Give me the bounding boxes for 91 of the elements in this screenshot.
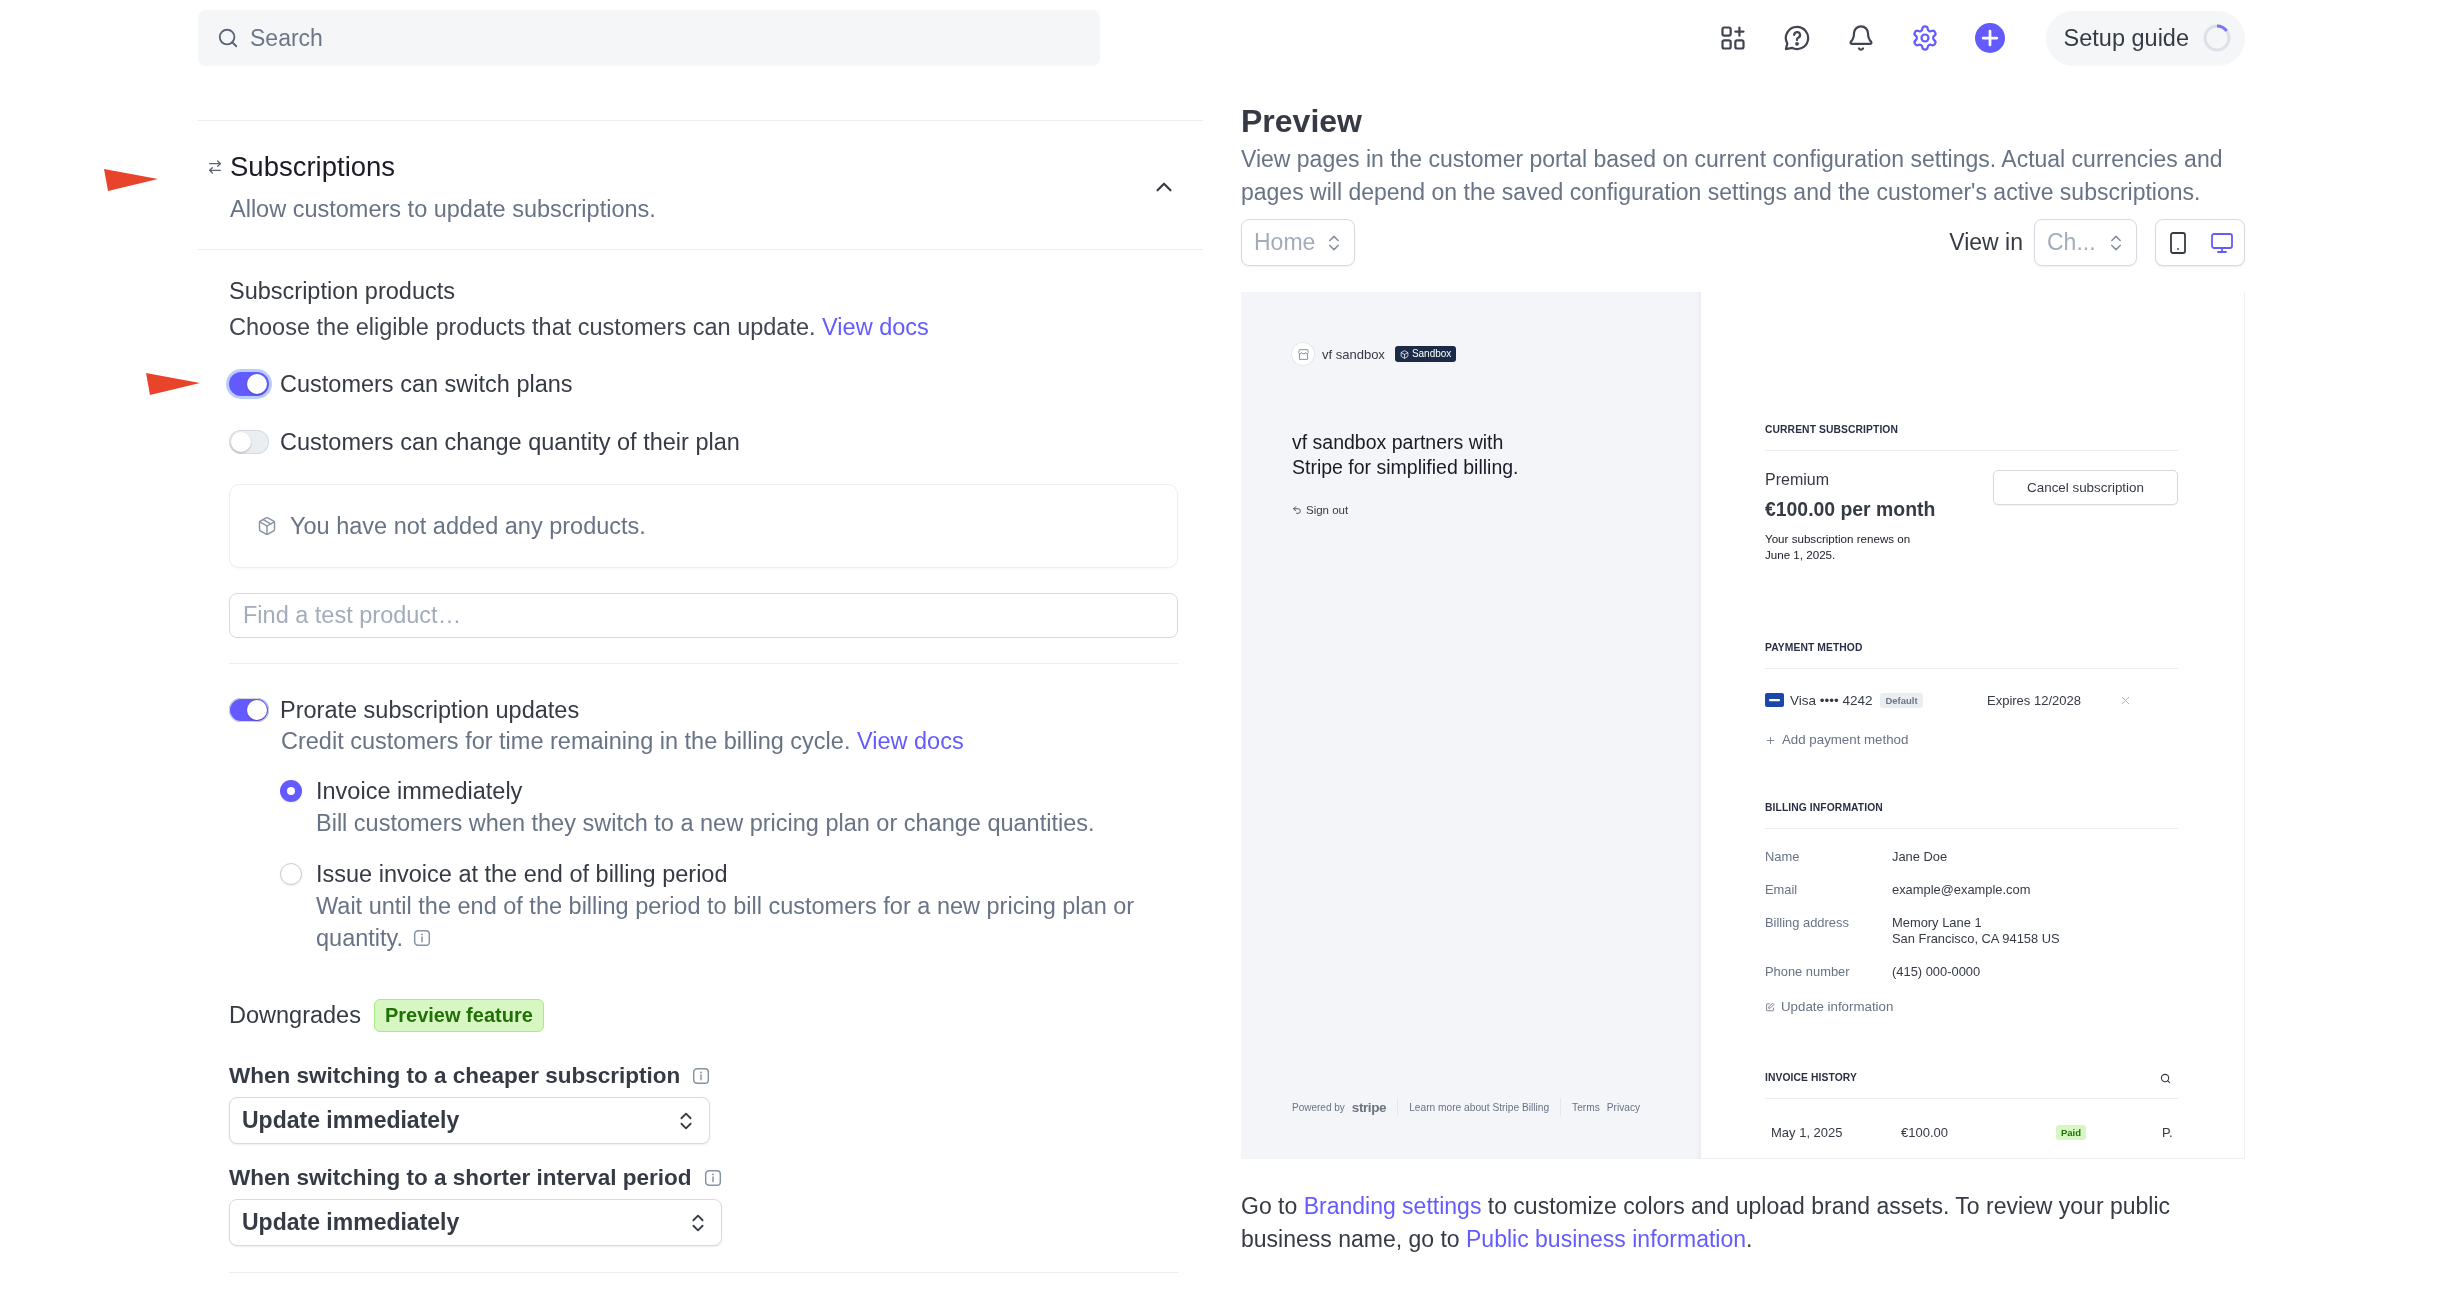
section-title: Subscriptions: [230, 150, 397, 184]
box-icon: [1399, 349, 1409, 359]
inline-link[interactable]: Branding settings: [1303, 1193, 1482, 1219]
default-badge: Default: [1880, 692, 1923, 708]
toggle-switch[interactable]: [229, 698, 269, 722]
add-icon[interactable]: [1974, 23, 2005, 53]
learn-more-link[interactable]: Learn more about Stripe Billing: [1409, 1101, 1550, 1113]
setup-guide-button[interactable]: Setup guide: [2045, 10, 2245, 66]
add-payment-method-link[interactable]: Add payment method: [1765, 732, 1909, 748]
toggle-label: Customers can change quantity of their plan: [280, 428, 740, 456]
info-icon[interactable]: [413, 929, 432, 947]
field-label: Billing address: [1765, 915, 1850, 932]
search-field[interactable]: Search: [198, 10, 1100, 66]
info-icon[interactable]: [703, 1169, 722, 1187]
settings-icon[interactable]: [1910, 24, 1939, 52]
field-value: (415) 000-0000: [1892, 964, 1981, 980]
subsection-title: Downgrades: [229, 1002, 361, 1029]
footer-link[interactable]: Terms: [1572, 1101, 1600, 1113]
field-label: Email: [1765, 882, 1799, 898]
search-icon: [217, 27, 239, 49]
cancel-subscription-button[interactable]: Cancel subscription: [1993, 470, 2178, 505]
section-heading: PAYMENT METHOD: [1765, 641, 1863, 655]
annotation-arrow-icon: [104, 169, 158, 191]
return-arrow-icon: [1292, 505, 1302, 515]
field-label: Name: [1765, 849, 1801, 865]
toggle-label: Prorate subscription updates: [280, 696, 580, 724]
section-heading: CURRENT SUBSCRIPTION: [1765, 423, 1898, 437]
proration-description: Credit customers for time remaining in the billing cycle. View docs: [281, 727, 965, 756]
business-name: vf sandbox: [1322, 346, 1385, 362]
dropdown-select[interactable]: Update immediately: [229, 1097, 711, 1144]
radio-button[interactable]: [280, 863, 302, 885]
option-description: Bill customers when they switch to a new pricing plan or change quantities.: [316, 809, 1096, 838]
field-label: Phone number: [1765, 964, 1851, 980]
plan-price: €100.00 per month: [1765, 497, 1936, 521]
option-description: Wait until the end of the billing period to bill customers for a new pricing plan or quantity.: [316, 892, 1136, 953]
portal-headline: vf sandbox partners with Stripe for simplified billing.: [1292, 430, 1520, 480]
renewal-text: Your subscription renews on June 1, 2025.: [1765, 531, 1912, 563]
section-heading: INVOICE HISTORY: [1765, 1071, 1857, 1085]
card-number: Visa •••• 4242: [1790, 692, 1873, 708]
plan-name: Premium: [1765, 470, 1830, 490]
section-description: Allow customers to update subscriptions.: [230, 195, 657, 224]
card-expiry: Expires 12/2028: [1987, 692, 2082, 708]
view-docs-link[interactable]: View docs: [822, 314, 929, 340]
apps-icon[interactable]: [1718, 24, 1747, 52]
plus-icon: [1765, 734, 1776, 746]
sign-out-link[interactable]: Sign out: [1292, 504, 1349, 516]
toggle-switch[interactable]: [229, 430, 269, 454]
product-search-field[interactable]: Find a test product…: [229, 593, 1178, 638]
bell-icon[interactable]: [1846, 24, 1875, 52]
field-value: example@example.com: [1892, 882, 2031, 898]
preview-description: View pages in the customer portal based on current configuration settings. Actual currencies and pages will depend on the saved configuration settings and the customer's active subscriptions.: [1241, 145, 2224, 207]
package-icon: [257, 516, 277, 536]
search-icon[interactable]: [2160, 1072, 2171, 1084]
empty-state-text: You have not added any products.: [290, 512, 646, 540]
info-icon[interactable]: [692, 1067, 711, 1085]
inline-link[interactable]: Public business information: [1466, 1226, 1746, 1252]
dropdown-select[interactable]: Update immediately: [229, 1199, 722, 1246]
sandbox-label: Sandbox: [1411, 348, 1452, 360]
field-value: Memory Lane 1 San Francisco, CA 94158 US: [1892, 915, 2060, 947]
help-icon[interactable]: [1782, 24, 1811, 52]
stripe-logo: stripe: [1351, 1099, 1387, 1115]
section-heading: BILLING INFORMATION: [1765, 801, 1883, 815]
branding-note: Go to Branding settings to customize colors and upload brand assets. To review your public business name, go to Public business information.: [1241, 1192, 2172, 1254]
field-value: Jane Doe: [1892, 849, 1948, 865]
view-in-label: View in: [1949, 229, 2023, 256]
footer-link[interactable]: Privacy: [1606, 1101, 1641, 1113]
toggle-switch[interactable]: [229, 372, 269, 396]
annotation-arrow-icon: [146, 373, 200, 395]
rule-label: When switching to a cheaper subscription: [229, 1063, 681, 1089]
view-docs-link[interactable]: View docs: [857, 728, 964, 754]
radio-button[interactable]: [280, 780, 302, 802]
card-brand-icon: [1765, 693, 1784, 707]
preview-feature-badge: Preview feature: [373, 999, 544, 1032]
status-badge: Paid: [2056, 1125, 2087, 1140]
store-logo-icon: [1292, 343, 1314, 365]
update-information-link[interactable]: Update information: [1765, 999, 1894, 1015]
progress-ring-icon: [2203, 24, 2231, 52]
edit-icon: [1765, 1002, 1775, 1012]
rule-label: When switching to a shorter interval period: [229, 1165, 692, 1191]
powered-by-text: Powered by: [1292, 1101, 1345, 1113]
monitor-icon: [2210, 230, 2234, 255]
toggle-label: Customers can switch plans: [280, 370, 573, 398]
option-label: Invoice immediately: [316, 777, 524, 806]
table-cell: P.: [2162, 1125, 2173, 1140]
invoice-amount: €100.00: [1901, 1125, 1948, 1140]
subsection-title: Subscription products: [229, 277, 456, 306]
swap-arrows-icon: [207, 159, 223, 175]
invoice-date: May 1, 2025: [1771, 1125, 1843, 1140]
option-label: Issue invoice at the end of billing period: [316, 860, 729, 889]
preview-title: Preview: [1241, 102, 1363, 141]
subsection-description: Choose the eligible products that customers can update. View docs: [229, 313, 930, 342]
